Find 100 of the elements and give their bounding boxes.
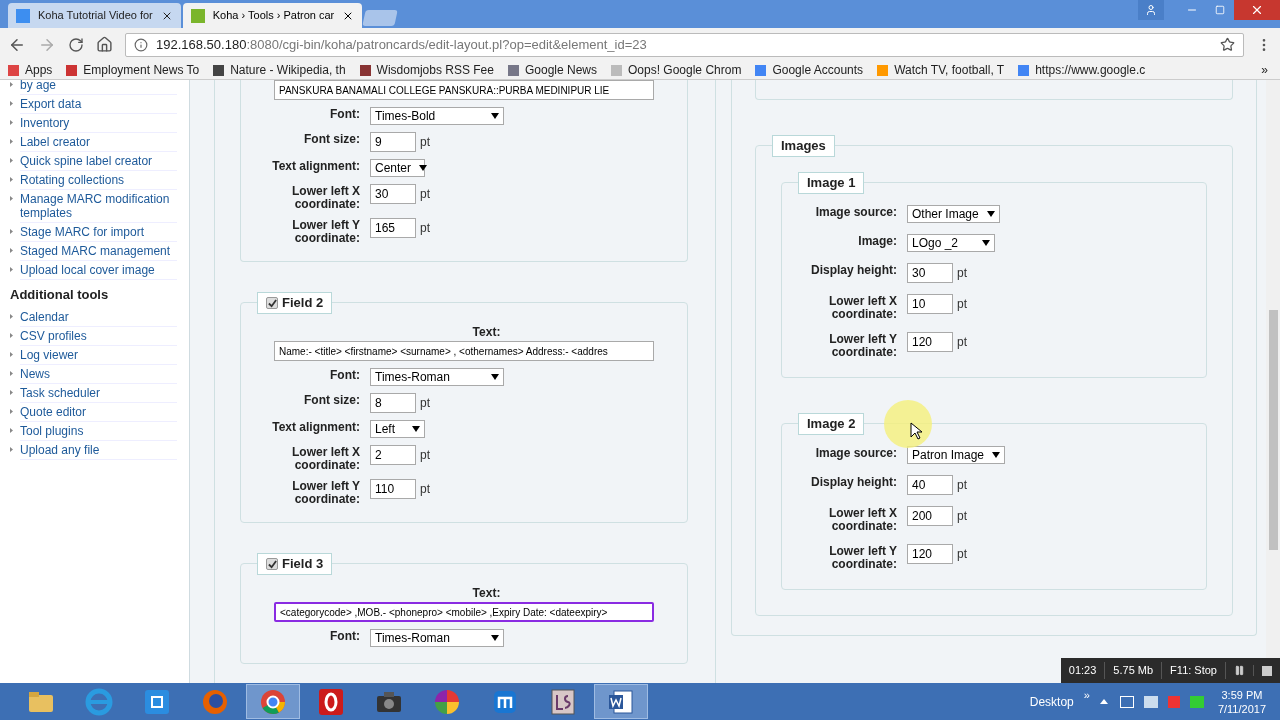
unit-label: pt (957, 334, 967, 351)
star-icon[interactable] (1220, 37, 1235, 52)
stop-icon (1262, 665, 1272, 676)
elapsed-time: 01:23 (1060, 662, 1106, 679)
unit-label: pt (957, 546, 967, 563)
select-field[interactable]: Times-Roman (370, 368, 504, 386)
sidebar-link[interactable]: Calendar (20, 307, 177, 327)
field-label: Lower left X coordinate: (828, 506, 897, 533)
favicon-icon (611, 64, 622, 76)
field-label: Lower left Y coordinate: (828, 544, 897, 571)
bookmark-link[interactable]: Apps (8, 61, 53, 79)
bullet-icon (10, 351, 13, 357)
pause-icon (1234, 665, 1245, 676)
number-field[interactable]: 120 (907, 332, 953, 352)
sidebar-link[interactable]: Log viewer (20, 345, 177, 365)
number-field[interactable]: 40 (907, 475, 953, 495)
text-field[interactable]: PANSKURA BANAMALI COLLEGE PANSKURA::PURBA MEDINIPUR LIE (274, 80, 654, 100)
checkbox[interactable] (266, 558, 278, 570)
bullet-icon (10, 267, 13, 272)
favicon-icon (507, 64, 519, 76)
sidebar-link[interactable]: Quick spine label creator (20, 152, 177, 171)
number-field[interactable]: 9 (370, 132, 416, 152)
browser-tab[interactable]: Koha Tutotrial Video for (8, 3, 181, 28)
sidebar-link[interactable]: Rotating collections (20, 171, 177, 190)
sidebar-link[interactable]: by age (20, 80, 177, 95)
caret-icon (491, 635, 499, 641)
bookmark-link[interactable]: Google News (507, 61, 597, 79)
bookmark-link[interactable]: Google Accounts (755, 61, 864, 79)
file-size: 5.75 Mb (1105, 662, 1163, 679)
bullet-icon (10, 158, 13, 163)
select-field[interactable]: Left (370, 420, 425, 438)
scrollbar-thumb[interactable] (1268, 310, 1278, 550)
field-label: Image source: (814, 446, 897, 460)
sidebar-heading: Additional tools (10, 286, 110, 304)
browser-tab[interactable]: Koha › Tools › Patron car (182, 3, 363, 28)
bookmark-link[interactable]: Nature - Wikipedia, th (213, 61, 346, 79)
desktop-toolbar[interactable]: Desktop (1029, 692, 1074, 711)
sidebar-link[interactable]: Upload any file (20, 440, 177, 460)
select-field[interactable]: Times-Roman (370, 629, 504, 647)
address-field[interactable]: 192.168.50.180:8080/cgi-bin/koha/patroncards/edit-layout.pl?op=edit&element_id=23 (125, 32, 1244, 57)
number-field[interactable]: 2 (370, 445, 416, 465)
tray-arrow-icon[interactable] (1099, 699, 1108, 704)
text-field[interactable]: Name:- <title> <firstname> <surname> , <othernames> Address:- <addres (274, 341, 654, 361)
number-field[interactable]: 30 (907, 263, 953, 283)
reload-icon[interactable] (68, 36, 84, 53)
toolbar-chevron[interactable]: » (1083, 687, 1090, 704)
bookmark-link[interactable]: Watch TV, football, T (877, 61, 1005, 79)
bookmark-link[interactable]: Wisdomjobs RSS Fee (359, 61, 494, 79)
select-field[interactable]: Times-Bold (370, 107, 504, 125)
select-field[interactable]: Patron Image (907, 446, 1006, 464)
select-field[interactable]: Center (370, 159, 425, 177)
favicon-icon (1018, 64, 1030, 76)
text-field[interactable]: <categorycode> ,MOB.- <phonepro> <mobile> ,Expiry Date: <dateexpiry> (274, 602, 654, 622)
number-field[interactable]: 110 (370, 479, 416, 499)
taskbar-app[interactable] (594, 684, 648, 719)
checkbox[interactable] (266, 297, 278, 309)
bullet-icon (10, 196, 13, 201)
sidebar-link[interactable]: News (20, 364, 177, 384)
sidebar-link[interactable]: Label creator (20, 133, 177, 152)
sidebar-link[interactable]: Task scheduler (20, 383, 177, 403)
unit-label: pt (420, 481, 430, 498)
bookmark-link[interactable]: Oops! Google Chrom (611, 61, 742, 79)
bullet-icon (10, 229, 13, 234)
sidebar-link[interactable]: Stage MARC for import (20, 223, 177, 242)
caret-icon (992, 452, 1001, 458)
sidebar-link[interactable]: Staged MARC management (20, 242, 177, 261)
field-label: Text alignment: (271, 420, 360, 434)
number-field[interactable]: 30 (370, 184, 416, 204)
sidebar-link[interactable]: Manage MARC modification templates (20, 190, 177, 223)
home-icon[interactable] (96, 36, 113, 53)
sidebar-link[interactable]: CSV profiles (20, 326, 177, 346)
number-field[interactable]: 8 (370, 393, 416, 413)
number-field[interactable]: 120 (907, 544, 953, 564)
field-label: Text: (471, 585, 502, 602)
bullet-icon (10, 370, 13, 376)
sidebar-link[interactable]: Quote editor (20, 402, 177, 422)
bookmark-link[interactable]: https://www.google.c (1018, 61, 1146, 79)
favicon-icon (359, 64, 371, 76)
select-field[interactable]: LOgo _2 (907, 234, 995, 252)
caret-icon (412, 426, 420, 432)
sidebar-link[interactable]: Export data (20, 95, 177, 114)
close-icon (1250, 3, 1264, 17)
bullet-icon (10, 82, 13, 87)
sidebar-link[interactable]: Tool plugins (20, 421, 177, 441)
bookmark-link[interactable]: Employment News To (66, 61, 200, 79)
taskbar-app[interactable] (246, 684, 300, 719)
user-button[interactable] (1138, 0, 1164, 20)
caret-icon (419, 165, 428, 171)
sidebar-link[interactable]: Inventory (20, 114, 177, 133)
sidebar-link[interactable]: Upload local cover image (20, 261, 177, 280)
select-field[interactable]: Other Image (907, 205, 1000, 223)
overflow-chevron[interactable]: » (1261, 61, 1268, 79)
number-field[interactable]: 10 (907, 294, 953, 314)
number-field[interactable]: 200 (907, 506, 953, 526)
check-icon (267, 559, 277, 569)
number-field[interactable]: 165 (370, 218, 416, 238)
field-label: Font: (329, 107, 360, 121)
field-label: Display height: (810, 263, 897, 277)
unit-label: pt (957, 265, 967, 282)
field-label: Font: (329, 629, 360, 643)
